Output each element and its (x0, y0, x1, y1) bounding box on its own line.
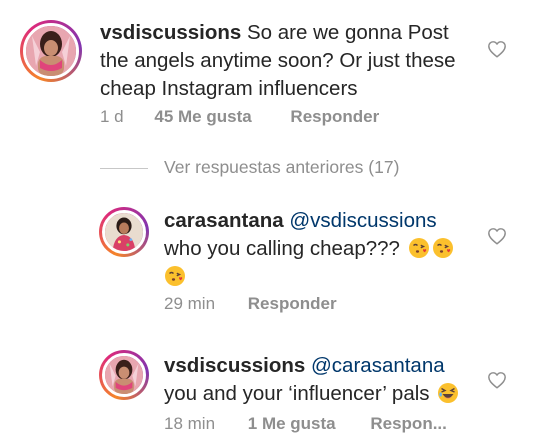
comment-meta: 18 min 1 Me gusta Respon... (164, 414, 447, 434)
vsdiscussions-avatar-image (23, 23, 79, 79)
likes-count[interactable]: 45 Me gusta (154, 107, 251, 126)
heart-icon[interactable] (487, 371, 507, 389)
mention-link[interactable]: @vsdiscussions (289, 209, 436, 232)
replies-divider (100, 168, 148, 169)
comment-username[interactable]: carasantana (164, 209, 284, 232)
reply-button[interactable]: Responder (248, 294, 337, 313)
comment-time: 1 d (100, 107, 124, 126)
kissing-heart-emoji (408, 237, 430, 259)
reply-button[interactable]: Responder (290, 107, 379, 126)
laughing-emoji (437, 382, 459, 404)
reply-button[interactable]: Respon... (370, 414, 447, 433)
heart-icon[interactable] (487, 227, 507, 245)
comment-meta: 1 d 45 Me gusta Responder (100, 107, 379, 127)
heart-icon[interactable] (487, 40, 507, 58)
comment-time: 18 min (164, 414, 216, 433)
avatar[interactable] (99, 350, 149, 400)
comment-time: 29 min (164, 294, 216, 313)
reply-text-block: carasantana @vsdiscussions who you calli… (164, 207, 464, 291)
avatar[interactable] (99, 207, 149, 257)
comment-text-block: vsdiscussions So are we gonna Post the a… (100, 19, 475, 103)
mention-link[interactable]: @carasantana (311, 354, 445, 377)
comments-thread: vsdiscussions So are we gonna Post the a… (0, 0, 540, 444)
avatar[interactable] (20, 20, 82, 82)
comment-body: who you calling cheap??? (164, 237, 400, 260)
view-previous-replies-button[interactable]: Ver respuestas anteriores (17) (164, 157, 399, 178)
comment-meta: 29 min Responder (164, 294, 337, 314)
kissing-heart-emoji (432, 237, 454, 259)
comment-body: you and your ‘influencer’ pals (164, 382, 430, 405)
likes-count[interactable]: 1 Me gusta (248, 414, 336, 433)
vsdiscussions-avatar-image (102, 353, 146, 397)
kissing-heart-emoji (164, 265, 186, 287)
comment-username[interactable]: vsdiscussions (164, 354, 305, 377)
reply-text-block: vsdiscussions @carasantana you and your … (164, 352, 479, 408)
comment-username[interactable]: vsdiscussions (100, 21, 241, 44)
carasantana-avatar-image (102, 210, 146, 254)
